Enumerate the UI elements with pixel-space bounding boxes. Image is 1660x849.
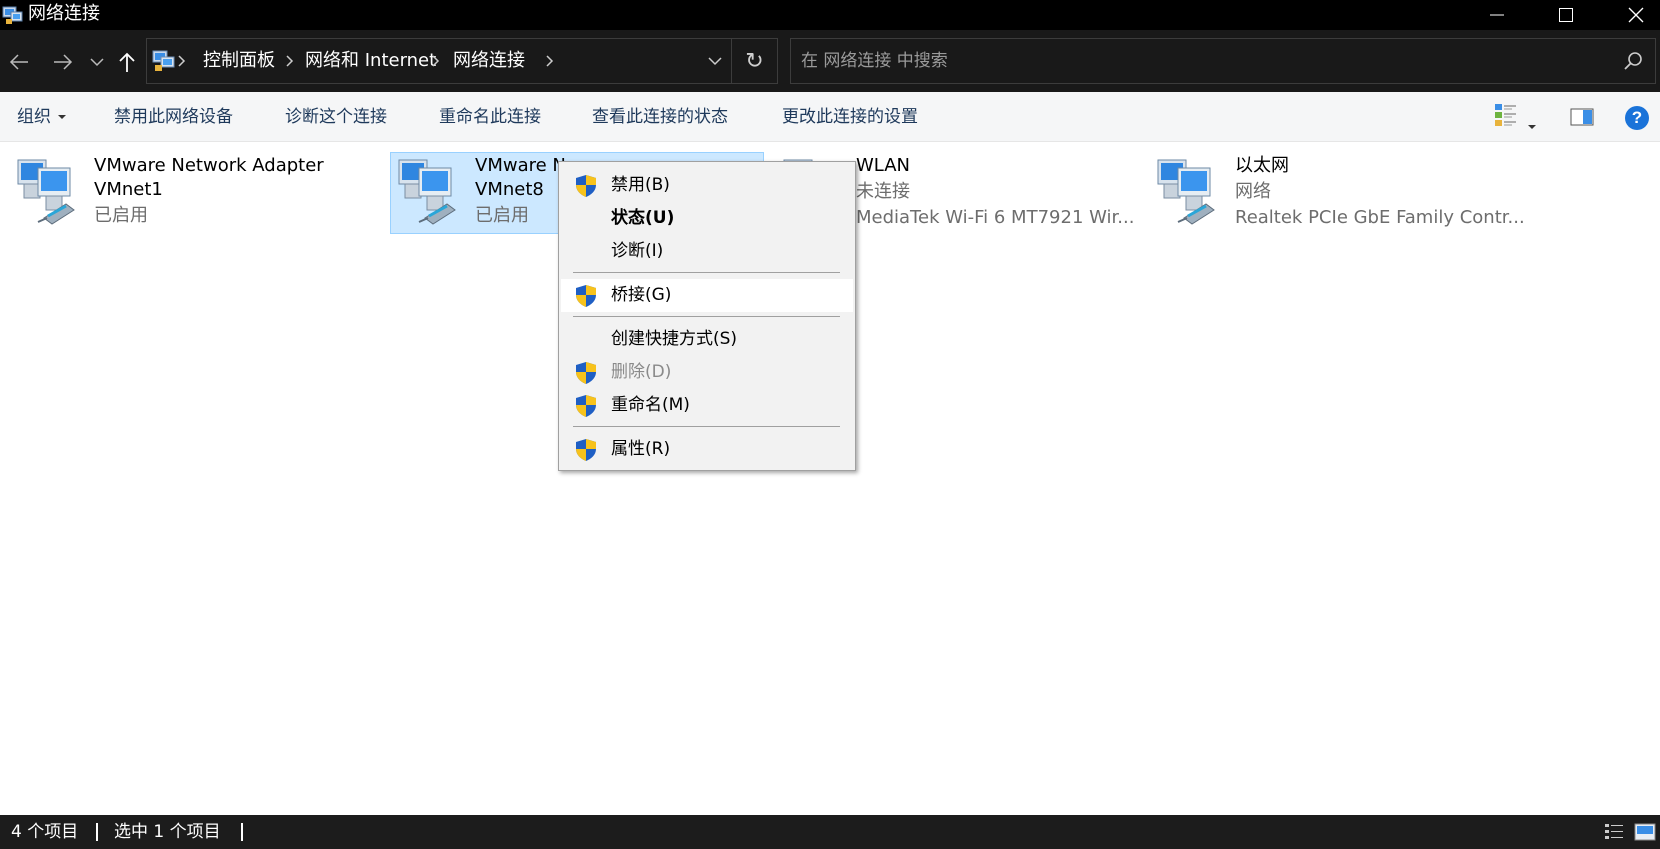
network-item-vmnet1[interactable]: VMware Network Adapter VMnet1 已启用 xyxy=(0,152,380,234)
minimize-button[interactable] xyxy=(1467,0,1527,30)
connection-status: 已启用 xyxy=(94,205,148,226)
uac-shield-icon xyxy=(576,395,596,417)
menu-item-disable[interactable]: 禁用(B) xyxy=(561,169,853,202)
menu-separator xyxy=(573,272,840,273)
search-icon xyxy=(1624,52,1642,70)
menu-item-label: 状态(U) xyxy=(611,208,675,228)
connection-name: 以太网 xyxy=(1235,155,1289,176)
status-divider xyxy=(241,823,243,841)
item-count: 4 个项目 xyxy=(11,822,79,842)
connection-name: VMware Network Adapter xyxy=(94,155,324,176)
address-bar[interactable]: 控制面板 网络和 Internet 网络连接 ↻ xyxy=(146,38,778,84)
menu-separator xyxy=(573,426,840,427)
connection-status: 未连接 xyxy=(856,181,910,202)
status-divider xyxy=(96,823,98,841)
chevron-down-icon xyxy=(90,58,104,67)
recent-locations-button[interactable] xyxy=(86,44,108,80)
network-adapter-icon xyxy=(398,159,456,225)
change-view-button[interactable] xyxy=(1494,102,1518,132)
search-input[interactable] xyxy=(801,47,1581,75)
help-button[interactable]: ? xyxy=(1625,106,1649,130)
preview-pane-button[interactable] xyxy=(1570,107,1594,131)
rename-connection-button[interactable]: 重命名此连接 xyxy=(439,106,541,128)
diagnose-connection-button[interactable]: 诊断这个连接 xyxy=(285,106,387,128)
connection-name-line2: VMnet1 xyxy=(94,179,163,200)
control-panel-icon xyxy=(152,50,175,71)
window-title: 网络连接 xyxy=(28,3,100,24)
close-button[interactable] xyxy=(1606,0,1660,30)
menu-item-label: 诊断(I) xyxy=(611,241,664,261)
help-icon: ? xyxy=(1631,108,1643,127)
menu-item-label: 属性(R) xyxy=(611,439,671,459)
menu-item-status[interactable]: 状态(U) xyxy=(561,202,853,235)
large-icons-view-icon[interactable] xyxy=(1634,821,1656,843)
connection-status: 网络 xyxy=(1235,181,1271,202)
up-button[interactable] xyxy=(114,44,140,80)
network-connections-icon xyxy=(2,6,23,24)
view-status-button[interactable]: 查看此连接的状态 xyxy=(592,106,728,128)
refresh-button[interactable]: ↻ xyxy=(731,39,777,83)
command-bar: 组织 禁用此网络设备 诊断这个连接 重命名此连接 查看此连接的状态 更改此连接的… xyxy=(0,92,1660,142)
menu-item-delete: 删除(D) xyxy=(561,356,853,389)
menu-item-label: 重命名(M) xyxy=(611,395,690,415)
chevron-right-icon[interactable] xyxy=(285,52,295,70)
chevron-down-icon xyxy=(708,57,722,66)
menu-item-properties[interactable]: 属性(R) xyxy=(561,433,853,466)
maximize-icon xyxy=(1559,8,1573,22)
connection-device: MediaTek Wi-Fi 6 MT7921 Wir... xyxy=(856,207,1135,228)
network-adapter-icon xyxy=(17,159,75,225)
uac-shield-icon xyxy=(576,439,596,461)
breadcrumb-control-panel[interactable]: 控制面板 xyxy=(203,49,275,73)
details-view-icon[interactable] xyxy=(1604,822,1624,842)
view-dropdown-button[interactable] xyxy=(1528,116,1536,135)
menu-item-bridge[interactable]: 桥接(G) xyxy=(561,279,853,312)
connection-status: 已启用 xyxy=(475,205,529,226)
refresh-icon: ↻ xyxy=(745,48,764,74)
forward-button[interactable] xyxy=(48,44,78,80)
menu-item-rename[interactable]: 重命名(M) xyxy=(561,389,853,422)
menu-item-create-shortcut[interactable]: 创建快捷方式(S) xyxy=(561,323,853,356)
chevron-right-icon[interactable] xyxy=(545,52,555,70)
connection-name: WLAN xyxy=(856,155,911,176)
uac-shield-icon xyxy=(576,362,596,384)
network-item-ethernet[interactable]: 以太网 网络 Realtek PCIe GbE Family Contr... xyxy=(1150,152,1570,234)
caret-down-icon xyxy=(58,115,66,119)
minimize-icon xyxy=(1490,14,1504,16)
menu-item-label: 禁用(B) xyxy=(611,175,670,195)
preview-pane-icon xyxy=(1570,108,1594,126)
organize-menu[interactable]: 组织 xyxy=(17,106,66,128)
arrow-left-icon xyxy=(9,54,28,70)
arrow-right-icon xyxy=(54,54,73,70)
uac-shield-icon xyxy=(576,285,596,307)
title-bar: 网络连接 xyxy=(0,0,1660,30)
breadcrumb-network-connections[interactable]: 网络连接 xyxy=(453,49,525,73)
ethernet-adapter-icon xyxy=(1157,159,1215,225)
search-box[interactable] xyxy=(790,38,1656,84)
status-bar: 4 个项目 选中 1 个项目 xyxy=(0,815,1660,849)
maximize-button[interactable] xyxy=(1536,0,1596,30)
menu-separator xyxy=(573,316,840,317)
uac-shield-icon xyxy=(576,175,596,197)
organize-label: 组织 xyxy=(17,107,51,127)
menu-item-diagnose[interactable]: 诊断(I) xyxy=(561,235,853,268)
chevron-right-icon xyxy=(178,55,186,67)
connection-name: VMware N xyxy=(475,155,566,176)
connection-device: Realtek PCIe GbE Family Contr... xyxy=(1235,207,1525,228)
context-menu: 禁用(B) 状态(U) 诊断(I) 桥接(G) 创建快捷方式(S) 删除(D) … xyxy=(558,161,856,471)
change-settings-button[interactable]: 更改此连接的设置 xyxy=(782,106,918,128)
back-button[interactable] xyxy=(4,44,34,80)
connection-name-line2: VMnet8 xyxy=(475,179,544,200)
caret-down-icon xyxy=(1528,124,1536,129)
arrow-up-icon xyxy=(119,52,135,72)
menu-item-label: 删除(D) xyxy=(611,362,672,382)
menu-item-label: 桥接(G) xyxy=(611,285,672,305)
selected-count: 选中 1 个项目 xyxy=(114,822,221,842)
breadcrumb-network-internet[interactable]: 网络和 Internet xyxy=(305,49,436,73)
close-icon xyxy=(1628,7,1644,23)
disable-device-button[interactable]: 禁用此网络设备 xyxy=(114,106,233,128)
chevron-right-icon[interactable] xyxy=(431,52,441,70)
menu-item-label: 创建快捷方式(S) xyxy=(611,329,738,349)
view-options-icon xyxy=(1495,104,1516,126)
